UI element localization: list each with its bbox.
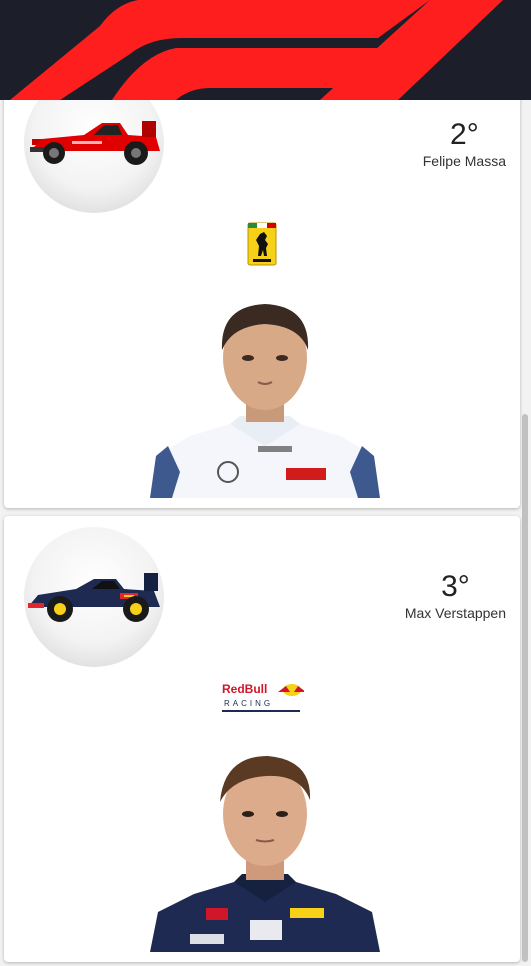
driver-position: 3° Max Verstappen (405, 570, 506, 622)
app-root: 2° Felipe Massa 3° Max Verstappen RedBul… (0, 0, 531, 966)
driver-portrait-icon (150, 750, 380, 952)
driver-card[interactable]: 3° Max Verstappen RedBull RACING (4, 516, 520, 962)
driver-card[interactable]: 2° Felipe Massa (4, 40, 520, 508)
driver-name: Max Verstappen (404, 605, 506, 621)
redbull-racing-logo-icon: RedBull RACING (220, 680, 306, 714)
app-header (0, 0, 531, 100)
driver-position: 2° Felipe Massa (423, 118, 506, 170)
scrollbar-thumb[interactable] (522, 414, 528, 962)
team-logo-subtext: RACING (224, 699, 273, 708)
redbull-car-icon (24, 527, 164, 667)
driver-name: Felipe Massa (422, 153, 506, 169)
position-number: 2° (450, 118, 479, 151)
formula1-logo-icon (0, 0, 531, 100)
driver-portrait-icon (150, 296, 380, 498)
position-number: 3° (441, 570, 470, 603)
ferrari-logo-icon (247, 222, 277, 266)
team-logo-text: RedBull (222, 682, 267, 696)
